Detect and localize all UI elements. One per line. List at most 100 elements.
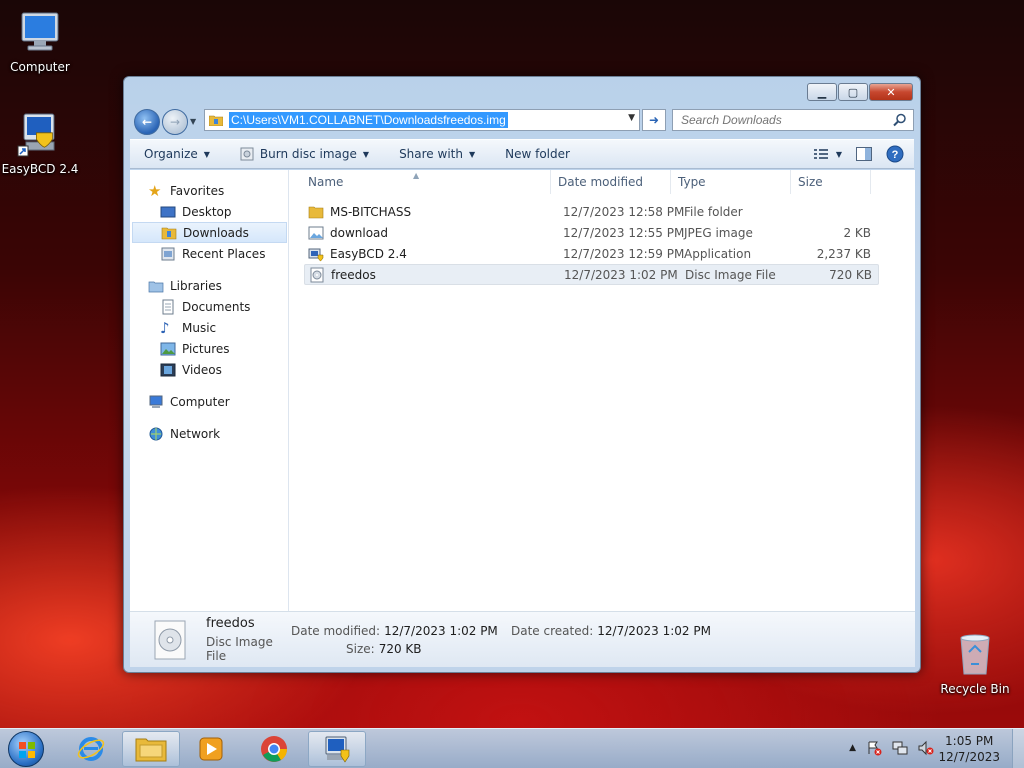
desktop-icon-computer[interactable]: Computer <box>0 10 80 74</box>
nav-item-label: Documents <box>182 299 251 314</box>
search-box[interactable] <box>672 109 914 131</box>
file-size: 2,237 KB <box>816 246 871 261</box>
taskbar-internet-explorer[interactable] <box>62 731 120 767</box>
go-button[interactable]: ➜ <box>642 109 666 131</box>
image-file-icon <box>308 226 324 239</box>
preview-pane-icon[interactable] <box>856 147 872 161</box>
taskbar-chrome[interactable] <box>245 731 303 767</box>
desktop-icon-recycle-bin[interactable]: Recycle Bin <box>935 630 1015 696</box>
action-center-icon[interactable] <box>866 740 882 756</box>
disc-icon <box>240 147 254 161</box>
column-header-name[interactable]: Name ▲ <box>290 170 551 194</box>
nav-item-recent-places[interactable]: Recent Places <box>130 243 288 264</box>
nav-item-label: Music <box>182 320 217 335</box>
address-path[interactable]: C:\Users\VM1.COLLABNET\Downloadsfreedos.… <box>229 112 508 128</box>
chevron-down-icon: ▼ <box>835 149 842 159</box>
taskbar-windows-explorer[interactable] <box>122 731 180 767</box>
nav-item-label: Pictures <box>182 341 230 356</box>
show-desktop-button[interactable] <box>1012 729 1024 768</box>
desktop-icon-label: Recycle Bin <box>940 682 1010 696</box>
content-area: ★ Favorites Desktop Downloads Recent Pla… <box>130 170 915 612</box>
chevron-down-icon: ▼ <box>362 149 370 159</box>
file-row[interactable]: freedos 12/7/2023 1:02 PM Disc Image Fil… <box>304 264 879 285</box>
downloads-folder-icon <box>161 227 177 239</box>
explorer-window[interactable]: ▁ ▢ ✕ ← → ▼ C:\Users\VM1.COLLABNET\Downl… <box>123 76 921 673</box>
details-modified-label: Date modified: <box>291 623 381 638</box>
search-input[interactable] <box>681 113 881 127</box>
minimize-button[interactable]: ▁ <box>807 83 837 101</box>
search-icon[interactable] <box>893 113 907 127</box>
file-name: EasyBCD 2.4 <box>330 246 407 261</box>
network-status-icon[interactable] <box>892 740 908 756</box>
column-header-size[interactable]: Size <box>791 170 871 194</box>
file-date: 12/7/2023 1:02 PM <box>564 267 678 282</box>
nav-item-label: Recent Places <box>182 246 266 261</box>
nav-item-favorites[interactable]: ★ Favorites <box>130 180 288 201</box>
nav-item-music[interactable]: ♪ Music <box>130 317 288 338</box>
view-list-icon <box>813 149 828 159</box>
documents-icon <box>162 299 174 314</box>
details-size-label: Size: <box>346 641 375 656</box>
nav-item-desktop[interactable]: Desktop <box>130 201 288 222</box>
taskbar-media-player[interactable] <box>182 731 240 767</box>
nav-item-videos[interactable]: Videos <box>130 359 288 380</box>
desktop-icon-easybcd[interactable]: EasyBCD 2.4 <box>0 110 80 176</box>
network-icon <box>149 427 163 440</box>
help-icon[interactable]: ? <box>886 145 904 163</box>
column-header-label: Name <box>308 175 344 189</box>
forward-button[interactable]: → <box>162 109 188 135</box>
videos-icon <box>160 363 176 376</box>
show-hidden-icons-button[interactable]: ▲ <box>849 743 856 753</box>
application-icon <box>308 248 324 261</box>
file-date: 12/7/2023 12:58 PM <box>563 204 685 219</box>
folder-icon <box>308 206 324 218</box>
details-modified-value: 12/7/2023 1:02 PM <box>384 623 498 638</box>
desktop-icon-label: Computer <box>10 60 70 74</box>
maximize-button[interactable]: ▢ <box>838 83 868 101</box>
details-pane: freedos Disc Image File Date modified: 1… <box>130 612 915 667</box>
nav-item-network[interactable]: Network <box>130 423 288 444</box>
system-clock[interactable]: 1:05 PM 12/7/2023 <box>938 733 1000 765</box>
libraries-icon <box>148 281 164 292</box>
folder-icon <box>135 738 167 762</box>
details-file-type: Disc Image File <box>206 635 273 663</box>
file-row[interactable]: EasyBCD 2.4 12/7/2023 12:59 PM Applicati… <box>304 243 879 264</box>
column-header-label: Date modified <box>558 175 644 189</box>
nav-item-pictures[interactable]: Pictures <box>130 338 288 359</box>
close-button[interactable]: ✕ <box>869 83 913 101</box>
chevron-down-icon[interactable]: ▼ <box>628 113 635 123</box>
file-list-pane: Name ▲ Date modified Type Size MS-BITCHA… <box>290 170 915 611</box>
file-row[interactable]: download 12/7/2023 12:55 PM JPEG image 2… <box>304 222 879 243</box>
clock-time: 1:05 PM <box>945 734 994 748</box>
file-type: File folder <box>684 204 743 219</box>
nav-item-label: Downloads <box>183 225 249 240</box>
nav-item-documents[interactable]: Documents <box>130 296 288 317</box>
file-type: JPEG image <box>684 225 753 240</box>
organize-button[interactable]: Organize ▼ <box>130 140 222 168</box>
taskbar-easybcd[interactable] <box>308 731 366 767</box>
back-button[interactable]: ← <box>134 109 160 135</box>
burn-disc-image-button[interactable]: Burn disc image ▼ <box>222 140 381 168</box>
file-size: 2 KB <box>843 225 871 240</box>
file-name: freedos <box>331 267 376 282</box>
address-bar[interactable]: C:\Users\VM1.COLLABNET\Downloadsfreedos.… <box>204 109 640 131</box>
window-controls: ▁ ▢ ✕ <box>807 83 913 101</box>
new-folder-button[interactable]: New folder <box>487 140 582 168</box>
column-header-type[interactable]: Type <box>671 170 791 194</box>
share-with-button[interactable]: Share with ▼ <box>381 140 487 168</box>
nav-item-downloads[interactable]: Downloads <box>132 222 287 243</box>
disc-image-icon <box>154 620 186 659</box>
change-view-button[interactable]: ▼ <box>813 148 842 160</box>
volume-muted-icon[interactable] <box>918 740 934 756</box>
share-with-label: Share with <box>399 147 463 161</box>
nav-item-label: Videos <box>182 362 222 377</box>
column-header-date[interactable]: Date modified <box>551 170 671 194</box>
nav-item-libraries[interactable]: Libraries <box>130 275 288 296</box>
recent-pages-dropdown[interactable]: ▼ <box>190 117 196 126</box>
star-icon: ★ <box>148 181 162 200</box>
windows-logo-icon <box>19 742 35 758</box>
file-row[interactable]: MS-BITCHASS 12/7/2023 12:58 PM File fold… <box>304 201 879 222</box>
nav-item-computer[interactable]: Computer <box>130 391 288 412</box>
start-button[interactable] <box>8 731 44 767</box>
nav-item-label: Desktop <box>182 204 232 219</box>
